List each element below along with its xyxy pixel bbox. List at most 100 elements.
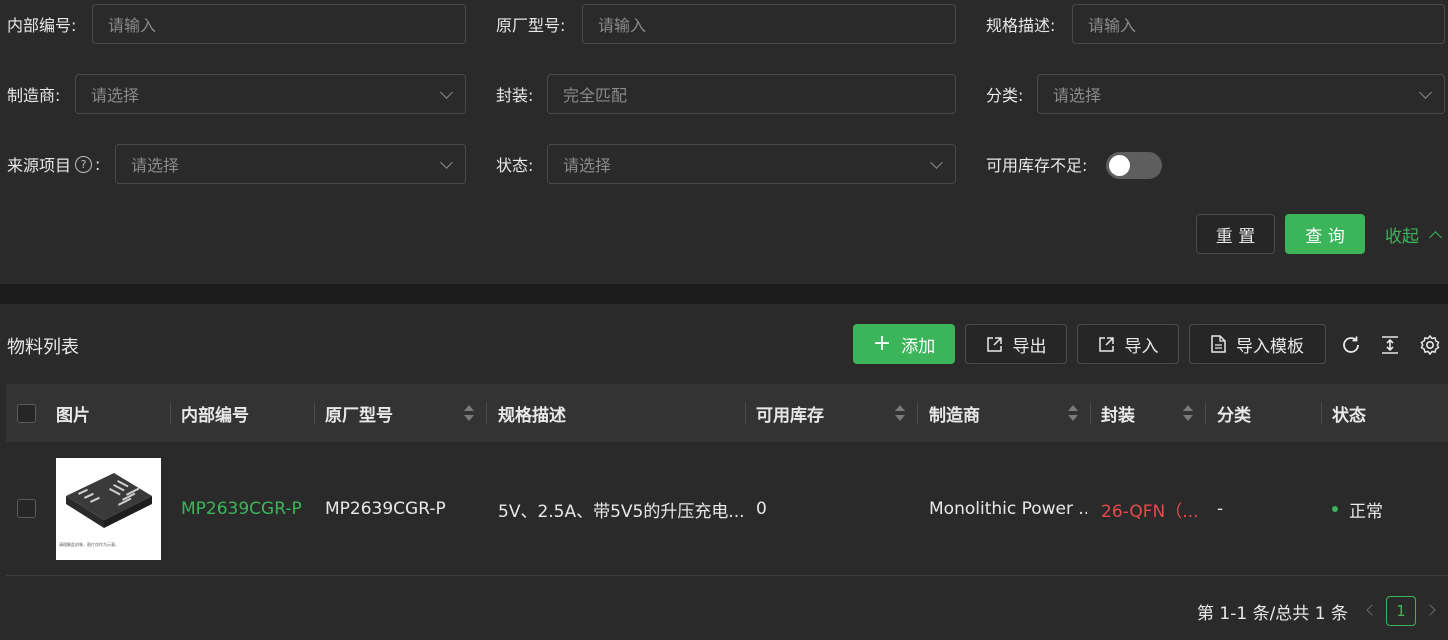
list-title: 物料列表 (7, 337, 79, 358)
chevron-right-icon[interactable] (1424, 604, 1436, 616)
category-select[interactable]: 请选择 (1037, 74, 1445, 114)
add-label: 添加 (901, 336, 936, 357)
column-separator (745, 402, 746, 424)
package-placeholder: 完全匹配 (563, 86, 628, 105)
source-project-colon: : (95, 154, 101, 174)
import-label: 导入 (1124, 336, 1159, 357)
mfr-part-no-cell: MP2639CGR-P (325, 499, 446, 519)
filter-package: 封装: (496, 74, 533, 114)
filter-spec-desc: 规格描述: (986, 4, 1055, 44)
category-cell: - (1217, 499, 1224, 519)
add-button[interactable]: + 添加 (853, 324, 955, 364)
chevron-down-icon (1419, 86, 1432, 99)
filter-manufacturer: 制造商: (7, 74, 60, 114)
reset-button[interactable]: 重 置 (1196, 214, 1275, 254)
spec-desc-label: 规格描述: (986, 16, 1056, 35)
page-number[interactable]: 1 (1386, 596, 1416, 626)
status-cell: 正常 (1332, 442, 1442, 576)
status-placeholder: 请选择 (563, 156, 612, 175)
column-header[interactable]: 可用库存 (756, 384, 824, 442)
status-dot-icon (1332, 506, 1338, 512)
mfr-part-no-input[interactable]: 请输入 (582, 4, 956, 44)
filter-panel: 内部编号: 请输入 原厂型号: 请输入 规格描述: 请输入 制造商: 请选择 封… (0, 0, 1448, 284)
column-header: 图片 (56, 405, 90, 426)
section-divider (0, 284, 1448, 304)
internal-no-input[interactable]: 请输入 (92, 4, 466, 44)
column-separator (486, 402, 487, 424)
toggle-knob (1109, 155, 1130, 176)
column-header: 状态 (1332, 405, 1366, 426)
table-header: 图片 内部编号 原厂型号 规格描述 可用库存 制造商 封装 分类 状态 (6, 384, 1448, 442)
manufacturer-label: 制造商: (7, 86, 61, 105)
help-icon[interactable]: ? (75, 155, 93, 173)
filter-internal-no: 内部编号: (7, 4, 76, 44)
export-button[interactable]: 导出 (965, 324, 1067, 364)
source-project-label: 来源项目 ? : (7, 152, 100, 176)
source-project-label-text: 来源项目 (7, 156, 72, 175)
filter-category: 分类: (986, 74, 1023, 114)
source-project-placeholder: 请选择 (131, 156, 180, 175)
filter-source-project: 来源项目 ? : (7, 144, 100, 184)
pagination-summary: 第 1-1 条/总共 1 条 (1197, 603, 1348, 624)
column-header: 规格描述 (498, 405, 566, 426)
chevron-left-icon[interactable] (1366, 604, 1378, 616)
package-input[interactable]: 完全匹配 (547, 74, 956, 114)
internal-no-placeholder: 请输入 (108, 16, 157, 35)
manufacturer-select[interactable]: 请选择 (75, 74, 466, 114)
chevron-up-icon (1429, 231, 1442, 244)
chevron-down-icon (440, 86, 453, 99)
settings-icon[interactable] (1419, 334, 1441, 356)
package-label: 封装: (496, 86, 534, 105)
filter-status: 状态: (496, 144, 533, 184)
column-header[interactable]: 制造商 (929, 384, 980, 442)
sort-icon[interactable] (895, 405, 905, 423)
spec-desc-input[interactable]: 请输入 (1072, 4, 1445, 44)
category-placeholder: 请选择 (1053, 86, 1102, 105)
import-button[interactable]: 导入 (1077, 324, 1179, 364)
export-label: 导出 (1012, 336, 1047, 357)
status-select[interactable]: 请选择 (547, 144, 956, 184)
row-checkbox[interactable] (17, 499, 36, 518)
spec-desc-cell: 5V、2.5A、带5V5的升压充电... (498, 501, 743, 522)
column-separator (917, 402, 918, 424)
part-image[interactable]: 请理解此封装，图片仅作为示意。 (56, 458, 161, 560)
column-separator (1090, 402, 1091, 424)
collapse-link[interactable]: 收起 (1385, 222, 1442, 247)
mfr-part-no-label: 原厂型号: (496, 16, 566, 35)
manufacturer-cell: Monolithic Power ... (929, 499, 1087, 519)
internal-no-cell[interactable]: MP2639CGR-P (181, 442, 305, 576)
column-header[interactable]: 原厂型号 (325, 384, 393, 442)
column-height-icon[interactable] (1379, 334, 1401, 356)
file-icon (1211, 335, 1226, 353)
spec-desc-placeholder: 请输入 (1088, 16, 1137, 35)
sort-icon[interactable] (464, 405, 474, 423)
table-row[interactable]: 请理解此封装，图片仅作为示意。 MP2639CGR-P MP2639CGR-P … (6, 442, 1448, 576)
category-label: 分类: (986, 86, 1024, 105)
refresh-icon[interactable] (1340, 334, 1362, 356)
column-separator (170, 402, 171, 424)
column-header: 内部编号 (181, 405, 249, 426)
material-list-panel: 物料列表 + 添加 导出 导入 导入模板 图片 内部编号 原厂型号 规格描述 可… (0, 304, 1448, 640)
source-project-select[interactable]: 请选择 (115, 144, 466, 184)
column-header[interactable]: 封装 (1101, 384, 1135, 442)
select-all-checkbox[interactable] (17, 404, 36, 423)
internal-no-label: 内部编号: (7, 16, 77, 35)
status-label: 状态: (496, 156, 534, 175)
filter-mfr-part-no: 原厂型号: (496, 4, 565, 44)
chevron-down-icon (440, 156, 453, 169)
import-template-label: 导入模板 (1236, 336, 1304, 357)
sort-icon[interactable] (1183, 405, 1193, 423)
mfr-part-no-placeholder: 请输入 (598, 16, 647, 35)
filter-low-stock: 可用库存不足: (986, 144, 1087, 184)
query-button[interactable]: 查 询 (1285, 214, 1365, 254)
low-stock-label: 可用库存不足: (986, 156, 1088, 175)
status-badge: 正常 (1349, 501, 1383, 522)
manufacturer-placeholder: 请选择 (91, 86, 140, 105)
plus-icon: + (872, 331, 892, 356)
chevron-down-icon (930, 156, 943, 169)
low-stock-toggle[interactable] (1106, 152, 1162, 179)
import-template-button[interactable]: 导入模板 (1189, 324, 1326, 364)
column-separator (1321, 402, 1322, 424)
image-caption: 请理解此封装，图片仅作为示意。 (59, 542, 119, 547)
sort-icon[interactable] (1068, 405, 1078, 423)
